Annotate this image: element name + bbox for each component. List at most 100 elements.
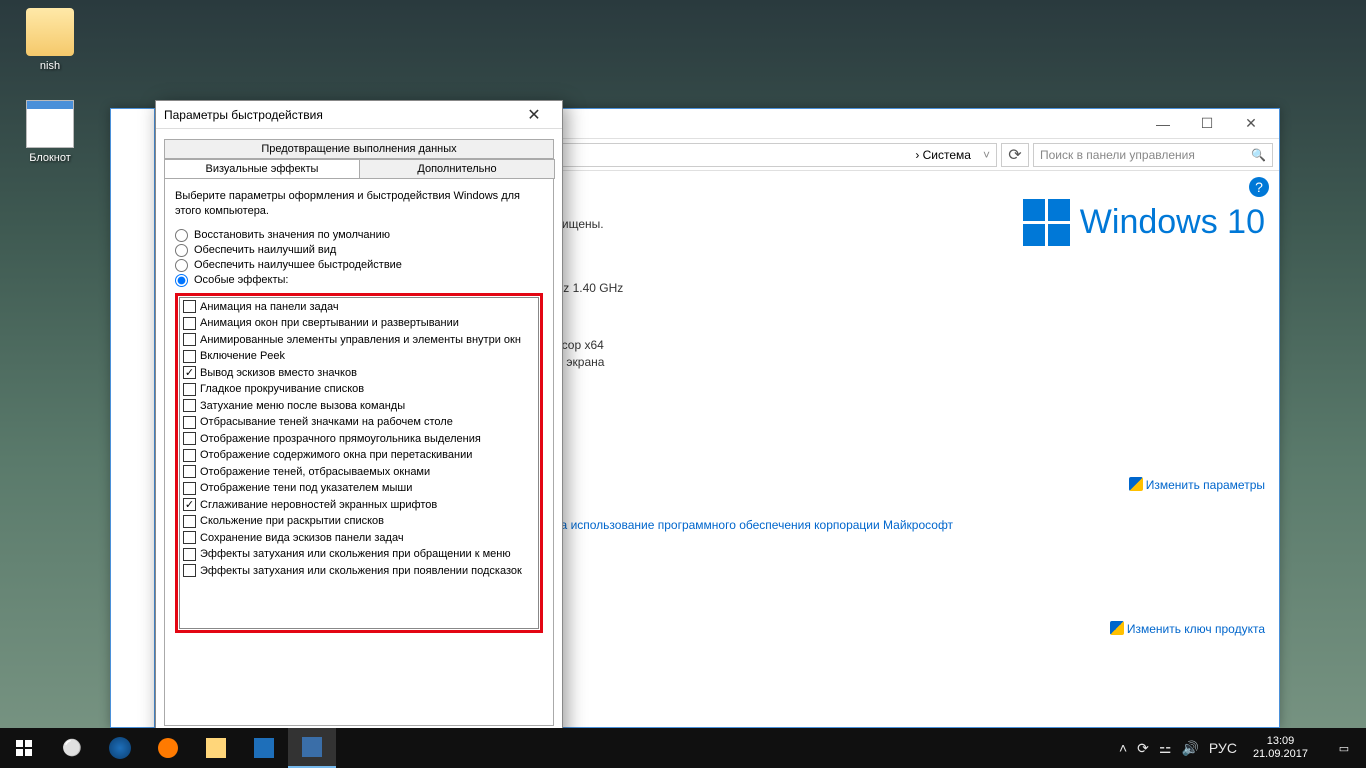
tray-sync-icon[interactable]: ⟳ (1137, 740, 1149, 757)
taskbar-app[interactable] (144, 728, 192, 768)
checkbox[interactable] (183, 482, 196, 495)
taskbar-app-edge[interactable] (96, 728, 144, 768)
windows10-logo-text: Windows 10 (1080, 203, 1265, 242)
effects-list-item[interactable]: Отбрасывание теней значками на рабочем с… (181, 414, 537, 431)
checkbox[interactable] (183, 548, 196, 561)
checkbox[interactable] (183, 515, 196, 528)
app-icon (254, 738, 274, 758)
system-tray: ˄ ⟳ ⚍ 🔊 РУС 13:09 21.09.2017 ▭ (1119, 728, 1366, 768)
checkbox[interactable] (183, 432, 196, 445)
system-properties-window-edge (110, 108, 155, 728)
folder-icon (26, 8, 74, 56)
effects-list-item[interactable]: ✓Вывод эскизов вместо значков (181, 365, 537, 382)
radio-best-appearance[interactable]: Обеспечить наилучший вид (175, 244, 543, 257)
radio-custom[interactable]: Особые эффекты: (175, 274, 543, 287)
tab-visual-effects[interactable]: Визуальные эффекты (164, 159, 360, 179)
effects-list-item[interactable]: Гладкое прокручивание списков (181, 381, 537, 398)
refresh-button[interactable]: ⟳ (1001, 143, 1029, 167)
help-icon[interactable]: ? (1249, 177, 1269, 197)
taskbar-app[interactable] (240, 728, 288, 768)
effects-list-item[interactable]: ✓ Сглаживание неровностей экранных шрифто… (181, 497, 537, 514)
effects-list-item-label: Отображение прозрачного прямоугольника в… (200, 431, 481, 448)
effects-list-item[interactable]: Эффекты затухания или скольжения при обр… (181, 546, 537, 563)
search-placeholder: Поиск в панели управления (1040, 148, 1195, 162)
checkbox[interactable] (183, 465, 196, 478)
windows10-logo: Windows 10 (1023, 199, 1265, 246)
checkbox[interactable] (183, 333, 196, 346)
taskbar-app-system[interactable] (288, 728, 336, 768)
effects-list-item[interactable]: Включение Peek (181, 348, 537, 365)
change-product-key-link[interactable]: Изменить ключ продукта (1127, 622, 1265, 636)
checkbox[interactable] (183, 383, 196, 396)
checkbox[interactable] (183, 564, 196, 577)
action-center-button[interactable]: ▭ (1324, 728, 1364, 768)
tab-dep[interactable]: Предотвращение выполнения данных (164, 139, 554, 159)
tray-clock[interactable]: 13:09 21.09.2017 (1247, 735, 1314, 761)
effects-list-item-label: Скольжение при раскрытии списков (200, 513, 384, 530)
edge-icon (109, 737, 131, 759)
search-button[interactable]: ⚪ (48, 728, 96, 768)
checkbox[interactable] (183, 531, 196, 544)
tray-chevron-up-icon[interactable]: ˄ (1119, 740, 1127, 756)
checkbox[interactable]: ✓ (183, 498, 196, 511)
minimize-button[interactable]: — (1141, 110, 1185, 138)
computer-icon (302, 737, 322, 757)
tray-language[interactable]: РУС (1209, 740, 1237, 756)
tray-network-icon[interactable]: ⚍ (1159, 740, 1172, 757)
radio-best-performance[interactable]: Обеспечить наилучшее быстродействие (175, 259, 543, 272)
effects-list-item[interactable]: Отображение прозрачного прямоугольника в… (181, 431, 537, 448)
effects-list-item-label: Анимация окон при свертывании и разверты… (200, 315, 459, 332)
effects-list-item[interactable]: Эффекты затухания или скольжения при поя… (181, 563, 537, 580)
effects-list-item[interactable]: Отображение содержимого окна при перетас… (181, 447, 537, 464)
checkbox[interactable] (183, 449, 196, 462)
effects-list-item-label: Анимация на панели задач (200, 299, 339, 316)
shield-icon (1129, 477, 1143, 491)
effects-list-item-label: Сглаживание неровностей экранных шрифтов (200, 497, 437, 514)
checkbox[interactable] (183, 350, 196, 363)
effects-list-item[interactable]: Отображение теней, отбрасываемых окнами (181, 464, 537, 481)
breadcrumb-segment: › Система (915, 148, 971, 162)
notepad-icon (26, 100, 74, 148)
chevron-down-icon[interactable]: ˅ (983, 148, 990, 162)
close-button[interactable]: ✕ (1229, 110, 1273, 138)
effects-list-item-label: Отображение содержимого окна при перетас… (200, 447, 472, 464)
checkbox[interactable] (183, 416, 196, 429)
effects-list-item[interactable]: Скольжение при раскрытии списков (181, 513, 537, 530)
effects-list-item-label: Отображение теней, отбрасываемых окнами (200, 464, 430, 481)
search-icon: ⚪ (62, 738, 82, 758)
effects-list-item-label: Гладкое прокручивание списков (200, 381, 364, 398)
effects-list-item-label: Отбрасывание теней значками на рабочем с… (200, 414, 453, 431)
radio-let-windows-choose[interactable]: Восстановить значения по умолчанию (175, 229, 543, 242)
desktop-icon-notepad[interactable]: Блокнот (12, 100, 88, 164)
shield-icon (1110, 621, 1124, 635)
desktop-icon-label: Блокнот (12, 152, 88, 164)
checkbox[interactable] (183, 300, 196, 313)
effects-list-item[interactable]: Анимация окон при свертывании и разверты… (181, 315, 537, 332)
effects-list-item[interactable]: Сохранение вида эскизов панели задач (181, 530, 537, 547)
taskbar-app-explorer[interactable] (192, 728, 240, 768)
effects-list-item[interactable]: Затухание меню после вызова команды (181, 398, 537, 415)
checkbox[interactable]: ✓ (183, 366, 196, 379)
taskbar: ⚪ ˄ ⟳ ⚍ 🔊 РУС 13:09 21.09.2017 ▭ (0, 728, 1366, 768)
search-input[interactable]: Поиск в панели управления 🔍 (1033, 143, 1273, 167)
effects-list-item[interactable]: Отображение тени под указателем мыши (181, 480, 537, 497)
start-button[interactable] (0, 728, 48, 768)
effects-list-item-label: Отображение тени под указателем мыши (200, 480, 412, 497)
change-settings-link[interactable]: Изменить параметры (1146, 478, 1265, 492)
checkbox[interactable] (183, 399, 196, 412)
app-icon (158, 738, 178, 758)
dialog-instruction: Выберите параметры оформления и быстроде… (175, 189, 543, 219)
notification-icon: ▭ (1339, 742, 1349, 755)
effects-list[interactable]: Анимация на панели задачАнимация окон пр… (179, 297, 539, 629)
checkbox[interactable] (183, 317, 196, 330)
maximize-button[interactable]: ☐ (1185, 110, 1229, 138)
desktop-icon-folder[interactable]: nish (12, 8, 88, 72)
dialog-title: Параметры быстродействия (164, 108, 323, 122)
tray-volume-icon[interactable]: 🔊 (1181, 740, 1198, 757)
effects-list-item[interactable]: Анимация на панели задач (181, 299, 537, 316)
close-button[interactable]: ✕ (514, 105, 554, 125)
effects-list-item[interactable]: Анимированные элементы управления и элем… (181, 332, 537, 349)
tab-advanced[interactable]: Дополнительно (359, 159, 555, 179)
desktop-icon-label: nish (12, 60, 88, 72)
effects-list-item-label: Эффекты затухания или скольжения при поя… (200, 563, 522, 580)
